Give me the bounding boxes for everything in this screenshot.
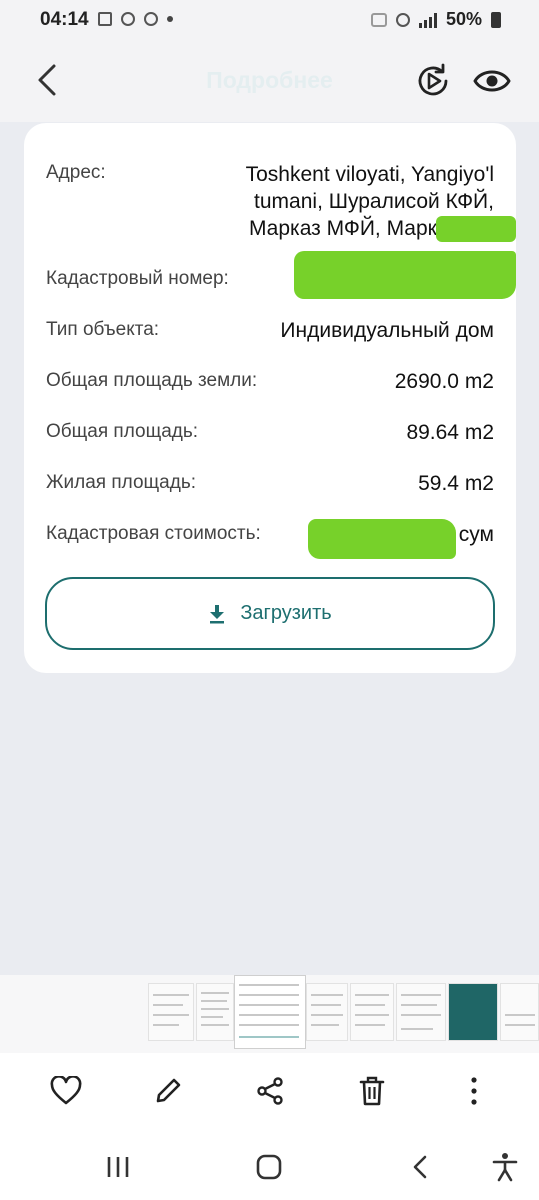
status-time: 04:14 [40, 9, 89, 30]
eye-icon [473, 70, 511, 92]
view-button[interactable] [472, 64, 512, 98]
cadastral-redaction [294, 251, 516, 299]
delete-button[interactable] [352, 1071, 392, 1111]
replay-video-button[interactable] [414, 62, 452, 100]
cost-label: Кадастровая стоимость: [46, 523, 261, 544]
type-label: Тип объекта: [46, 319, 160, 340]
recents-button[interactable] [100, 1149, 136, 1185]
details-card: Адрес: Toshkent viloyati, Yangiyo'l tuma… [24, 123, 516, 673]
thumbnail-strip[interactable] [0, 975, 539, 1053]
cost-redaction [308, 519, 456, 559]
share-button[interactable] [250, 1071, 290, 1111]
notification-icons [98, 12, 173, 26]
status-bar: 04:14 50% [0, 0, 539, 40]
download-label: Загрузить [240, 602, 332, 624]
download-icon [210, 604, 225, 623]
more-button[interactable] [454, 1071, 494, 1111]
living-area-label: Жилая площадь: [46, 472, 196, 493]
replay-video-icon [418, 63, 448, 96]
cost-currency: сум [458, 523, 494, 546]
address-line-1: Toshkent viloyati, Yangiyo'l [245, 163, 494, 186]
home-button[interactable] [251, 1149, 287, 1185]
sim-icon [370, 12, 387, 27]
thumbnail[interactable] [350, 983, 394, 1041]
cadastral-label: Кадастровый номер: [46, 268, 229, 289]
land-area-label: Общая площадь земли: [46, 370, 258, 391]
thumbnail-selected[interactable] [234, 975, 306, 1049]
edit-button[interactable] [148, 1071, 188, 1111]
trash-icon [359, 1076, 385, 1106]
chrome-notification-icon-2 [144, 12, 158, 26]
thumbnail[interactable] [396, 983, 446, 1041]
signal-icon [418, 12, 437, 28]
thumbnail[interactable] [148, 983, 194, 1041]
more-vertical-icon [471, 1077, 477, 1105]
nav-back-button[interactable] [402, 1149, 438, 1185]
recents-icon [107, 1157, 129, 1177]
system-icons: 50% [370, 9, 501, 30]
page-title: Подробнее [206, 67, 333, 93]
thumbnail[interactable] [500, 983, 539, 1041]
thumbnail[interactable] [196, 983, 234, 1041]
address-label: Адрес: [46, 162, 106, 183]
accessibility-icon [492, 1153, 518, 1182]
chrome-notification-icon [121, 12, 135, 26]
app-header: Подробнее [0, 40, 539, 122]
address-line-2: tumani, Шуралисой КФЙ, [254, 190, 494, 213]
gallery-notification-icon [98, 12, 112, 26]
alarm-icon [395, 12, 410, 27]
type-value: Индивидуальный дом [280, 319, 494, 342]
address-redaction [436, 216, 516, 242]
land-area-value: 2690.0 m2 [394, 370, 494, 393]
battery-percent: 50% [445, 9, 482, 29]
total-area-label: Общая площадь: [46, 421, 199, 442]
home-icon [256, 1154, 282, 1180]
pencil-icon [156, 1078, 181, 1103]
action-bar [0, 1053, 539, 1133]
share-icon [257, 1077, 283, 1105]
accessibility-button[interactable] [487, 1149, 523, 1185]
thumbnail[interactable] [306, 983, 348, 1041]
back-icon [413, 1155, 427, 1179]
favorite-button[interactable] [46, 1071, 86, 1111]
more-notifications-icon [167, 16, 173, 22]
heart-icon [50, 1076, 82, 1105]
system-nav-bar [0, 1133, 539, 1200]
total-area-value: 89.64 m2 [406, 421, 494, 444]
living-area-value: 59.4 m2 [418, 472, 494, 495]
download-button[interactable]: Загрузить [45, 577, 495, 650]
battery-icon [491, 11, 501, 28]
thumbnail[interactable] [448, 983, 498, 1041]
